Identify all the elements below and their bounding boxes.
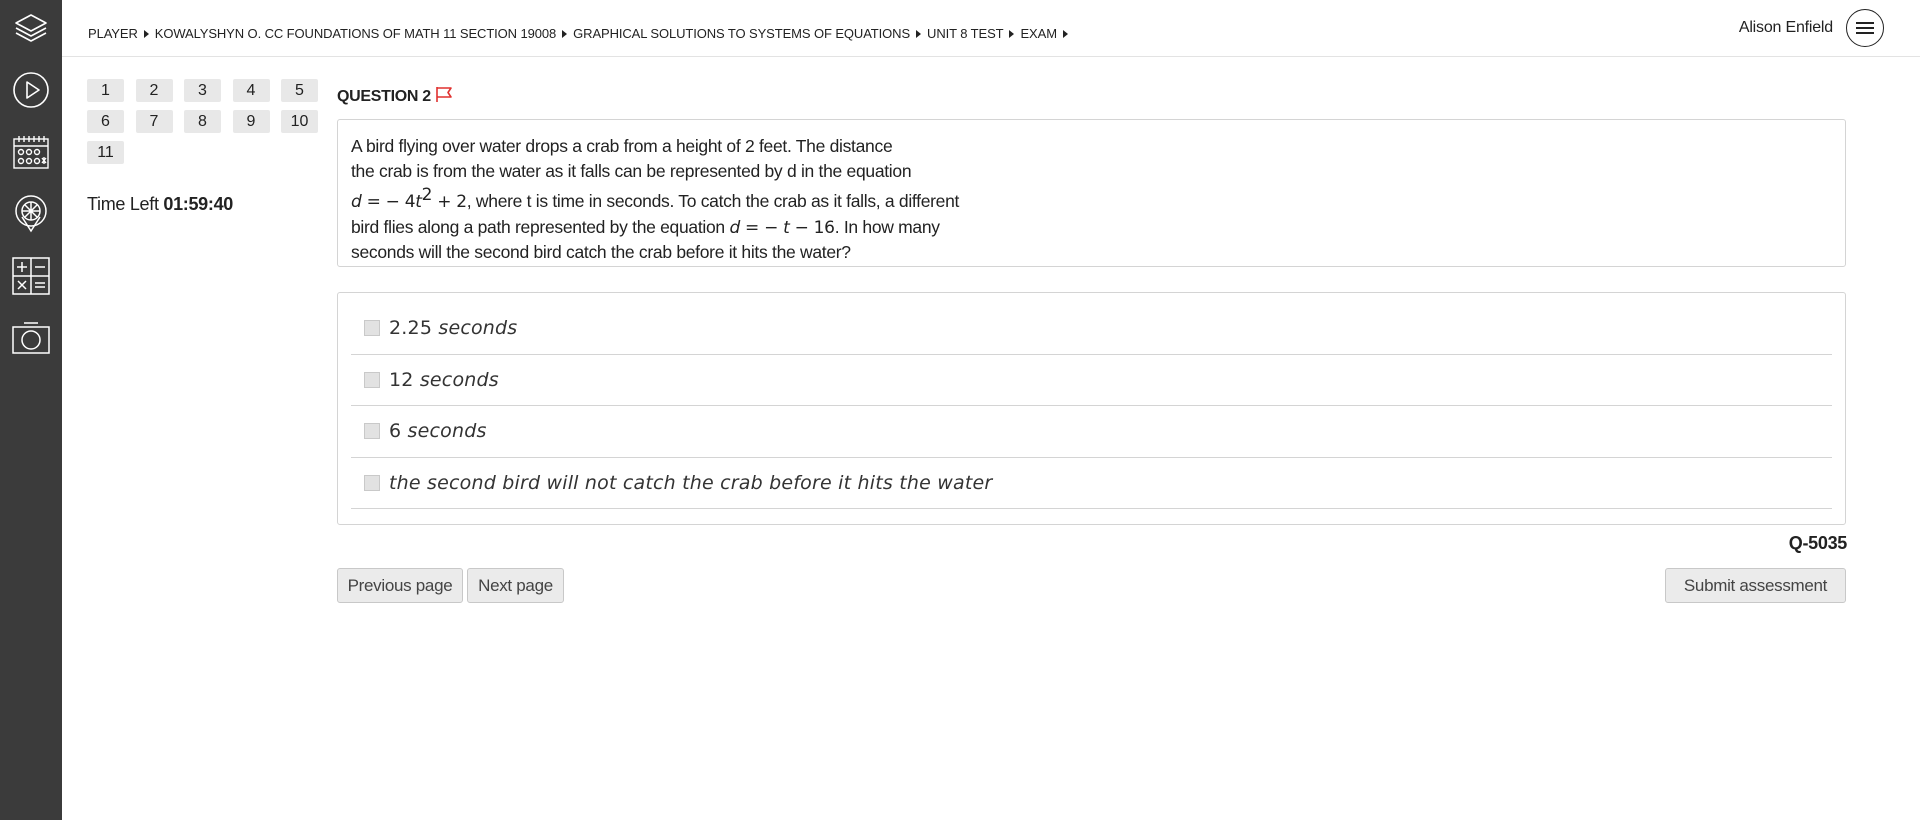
submit-assessment-button[interactable]: Submit assessment xyxy=(1665,568,1846,603)
question-line: d = − 4t2 + 2, where t is time in second… xyxy=(351,183,1832,215)
breadcrumb-item-exam[interactable]: EXAM xyxy=(1020,26,1057,41)
question-nav-button[interactable]: 6 xyxy=(87,110,124,133)
crest-icon[interactable] xyxy=(11,194,51,234)
answer-checkbox[interactable] xyxy=(364,423,380,440)
question-text-box: A bird flying over water drops a crab fr… xyxy=(337,119,1846,267)
answer-option[interactable]: the second bird will not catch the crab … xyxy=(351,458,1832,509)
equation-exponent: 2 xyxy=(421,185,433,205)
question-nav-button[interactable]: 9 xyxy=(232,110,270,133)
time-left-value: 01:59:40 xyxy=(163,194,234,214)
calculator-icon[interactable] xyxy=(11,256,51,296)
answer-label: 2.25 seconds xyxy=(389,317,518,340)
question-nav-button[interactable]: 10 xyxy=(281,110,318,133)
question-nav-button[interactable]: 11 xyxy=(87,141,124,164)
breadcrumb-separator-icon xyxy=(143,29,149,38)
left-toolbar xyxy=(0,0,62,820)
answer-label: 12 seconds xyxy=(389,368,499,391)
next-page-button[interactable]: Next page xyxy=(467,568,564,603)
question-line: seconds will the second bird catch the c… xyxy=(351,242,851,262)
question-text: . In how many xyxy=(834,216,940,237)
breadcrumb-item-course[interactable]: KOWALYSHYN O. CC FOUNDATIONS OF MATH 11 … xyxy=(155,26,556,41)
question-nav-button[interactable]: 4 xyxy=(232,79,270,102)
question-title: QUESTION 2 xyxy=(337,86,453,107)
breadcrumb-item-player[interactable]: PLAYER xyxy=(88,26,138,41)
flag-icon[interactable] xyxy=(435,86,453,107)
equation-variable: d xyxy=(729,217,740,238)
hamburger-icon[interactable] xyxy=(1846,9,1884,47)
calendar-icon[interactable] xyxy=(11,132,51,172)
breadcrumb-item-unit[interactable]: UNIT 8 TEST xyxy=(927,26,1004,41)
equation-variable: d xyxy=(351,192,362,212)
question-number: QUESTION 2 xyxy=(337,87,431,105)
layers-icon[interactable] xyxy=(11,8,51,48)
equation-part: + 2 xyxy=(432,192,467,212)
answer-label: the second bird will not catch the crab … xyxy=(389,471,993,494)
equation-part: − 16 xyxy=(789,217,835,238)
equation-part: = − 4 xyxy=(361,192,416,212)
breadcrumb: PLAYER KOWALYSHYN O. CC FOUNDATIONS OF M… xyxy=(88,26,1074,41)
question-id: Q-5035 xyxy=(1788,533,1848,553)
answer-option[interactable]: 6 seconds xyxy=(351,406,1832,458)
question-line: bird flies along a path represented by t… xyxy=(351,215,1832,241)
answer-checkbox[interactable] xyxy=(364,474,380,491)
breadcrumb-separator-icon xyxy=(916,29,922,38)
question-nav-button[interactable]: 1 xyxy=(87,79,124,102)
answer-option[interactable]: 12 seconds xyxy=(351,355,1832,406)
question-line: A bird flying over water drops a crab fr… xyxy=(351,136,893,156)
question-line: the crab is from the water as it falls c… xyxy=(351,160,912,181)
answer-checkbox[interactable] xyxy=(364,320,380,337)
answer-option[interactable]: 2.25 seconds xyxy=(351,303,1832,355)
breadcrumb-separator-icon xyxy=(1009,29,1015,38)
time-left: Time Left 01:59:40 xyxy=(87,194,233,215)
breadcrumb-item-lesson[interactable]: GRAPHICAL SOLUTIONS TO SYSTEMS OF EQUATI… xyxy=(573,26,910,41)
play-icon[interactable] xyxy=(11,70,51,110)
question-nav-button[interactable]: 8 xyxy=(184,110,221,133)
question-nav-button[interactable]: 5 xyxy=(281,79,318,102)
answer-options: 2.25 seconds 12 seconds 6 seconds the se… xyxy=(337,292,1846,525)
answer-label: 6 seconds xyxy=(389,420,487,443)
question-text: bird flies along a path represented by t… xyxy=(351,216,730,237)
breadcrumb-separator-icon xyxy=(1062,29,1068,38)
question-nav-button[interactable]: 3 xyxy=(184,79,221,102)
previous-page-button[interactable]: Previous page xyxy=(337,568,463,603)
camera-icon[interactable] xyxy=(11,318,51,358)
question-nav-button[interactable]: 2 xyxy=(135,79,173,102)
header-bar: PLAYER KOWALYSHYN O. CC FOUNDATIONS OF M… xyxy=(62,0,1920,57)
equation-part: = − xyxy=(739,217,784,238)
breadcrumb-separator-icon xyxy=(562,29,568,38)
user-name[interactable]: Alison Enfield xyxy=(1739,19,1833,37)
time-left-label: Time Left xyxy=(87,194,159,214)
question-text: , where t is time in seconds. To catch t… xyxy=(466,191,960,211)
question-nav-button[interactable]: 7 xyxy=(135,110,173,133)
answer-checkbox[interactable] xyxy=(364,371,380,388)
question-navigator: 1 2 3 4 5 6 7 8 9 10 11 xyxy=(87,79,327,172)
